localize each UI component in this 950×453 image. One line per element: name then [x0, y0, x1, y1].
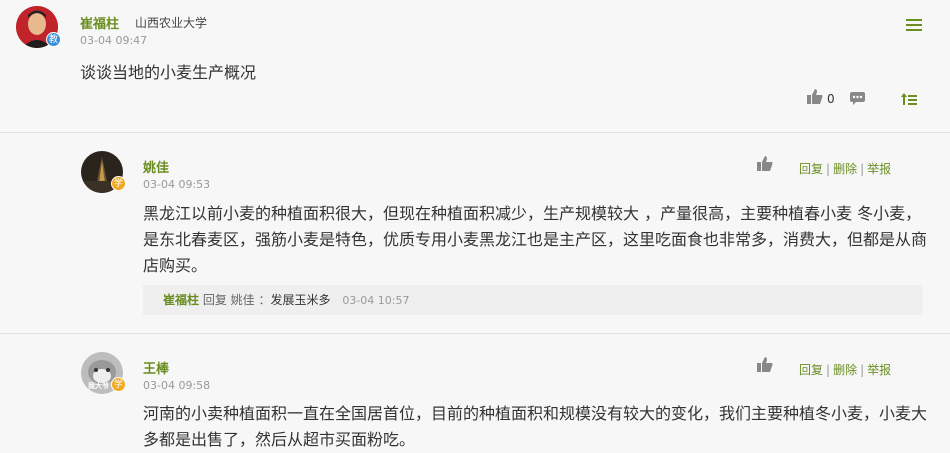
like-count: 0: [827, 92, 835, 106]
reply-button[interactable]: 回复: [799, 162, 823, 176]
reply-item: 我大爷 学 王棒 03-04 09:58 回复 | 删除 | 举报 河南的小卖种植面积一…: [0, 334, 950, 449]
reply-actions: 回复 | 删除 | 举报: [799, 160, 891, 177]
thumbs-up-icon[interactable]: [757, 357, 773, 372]
delete-button[interactable]: 删除: [833, 162, 857, 176]
delete-button[interactable]: 删除: [833, 363, 857, 377]
sort-up-icon[interactable]: [901, 93, 917, 105]
student-badge: 学: [111, 176, 126, 191]
reply-item: 学 姚佳 03-04 09:53 回复 | 删除 | 举报 黑龙江以前小麦的种植面积很大…: [0, 134, 950, 333]
reply-time: 03-04 09:58: [143, 379, 211, 392]
author-name[interactable]: 崔福柱: [80, 13, 119, 32]
sub-reply-target: 回复 姚佳 ：: [202, 293, 271, 307]
main-post: 教 崔福柱 山西农业大学 03-04 09:47 谈谈当地的小麦生产概况 0: [0, 0, 950, 133]
reply-actions: 回复 | 删除 | 举报: [799, 361, 891, 378]
post-time: 03-04 09:47: [80, 34, 148, 47]
reply-time: 03-04 09:53: [143, 178, 211, 191]
thumbs-up-icon[interactable]: [807, 89, 823, 104]
menu-icon[interactable]: [906, 19, 922, 33]
student-badge: 学: [111, 377, 126, 392]
reply-content: 河南的小卖种植面积一直在全国居首位，目前的种植面积和规模没有较大的变化，我们主要…: [143, 404, 928, 449]
report-button[interactable]: 举报: [867, 162, 891, 176]
comment-icon[interactable]: [850, 92, 865, 105]
report-button[interactable]: 举报: [867, 363, 891, 377]
thumbs-up-icon[interactable]: [757, 156, 773, 171]
reply-content: 黑龙江以前小麦的种植面积很大，但现在种植面积减少，生产规模较大 ，产量很高，主要…: [143, 204, 928, 275]
separator: |: [826, 162, 831, 176]
separator: |: [860, 162, 865, 176]
separator: |: [860, 363, 865, 377]
sub-reply-time: 03-04 10:57: [342, 294, 410, 307]
sub-reply: 崔福柱 回复 姚佳 ：发展玉米多 03-04 10:57: [143, 285, 923, 315]
reply-author[interactable]: 姚佳: [143, 157, 169, 176]
reply-author[interactable]: 王棒: [143, 358, 169, 377]
separator: |: [826, 363, 831, 377]
avatar-caption: 我大爷: [88, 382, 109, 390]
sub-reply-author[interactable]: 崔福柱: [163, 293, 199, 307]
sub-reply-content: 发展玉米多: [270, 293, 331, 307]
post-title: 谈谈当地的小麦生产概况: [80, 63, 257, 82]
author-school: 山西农业大学: [135, 16, 208, 30]
reply-button[interactable]: 回复: [799, 363, 823, 377]
teacher-badge: 教: [46, 32, 61, 47]
